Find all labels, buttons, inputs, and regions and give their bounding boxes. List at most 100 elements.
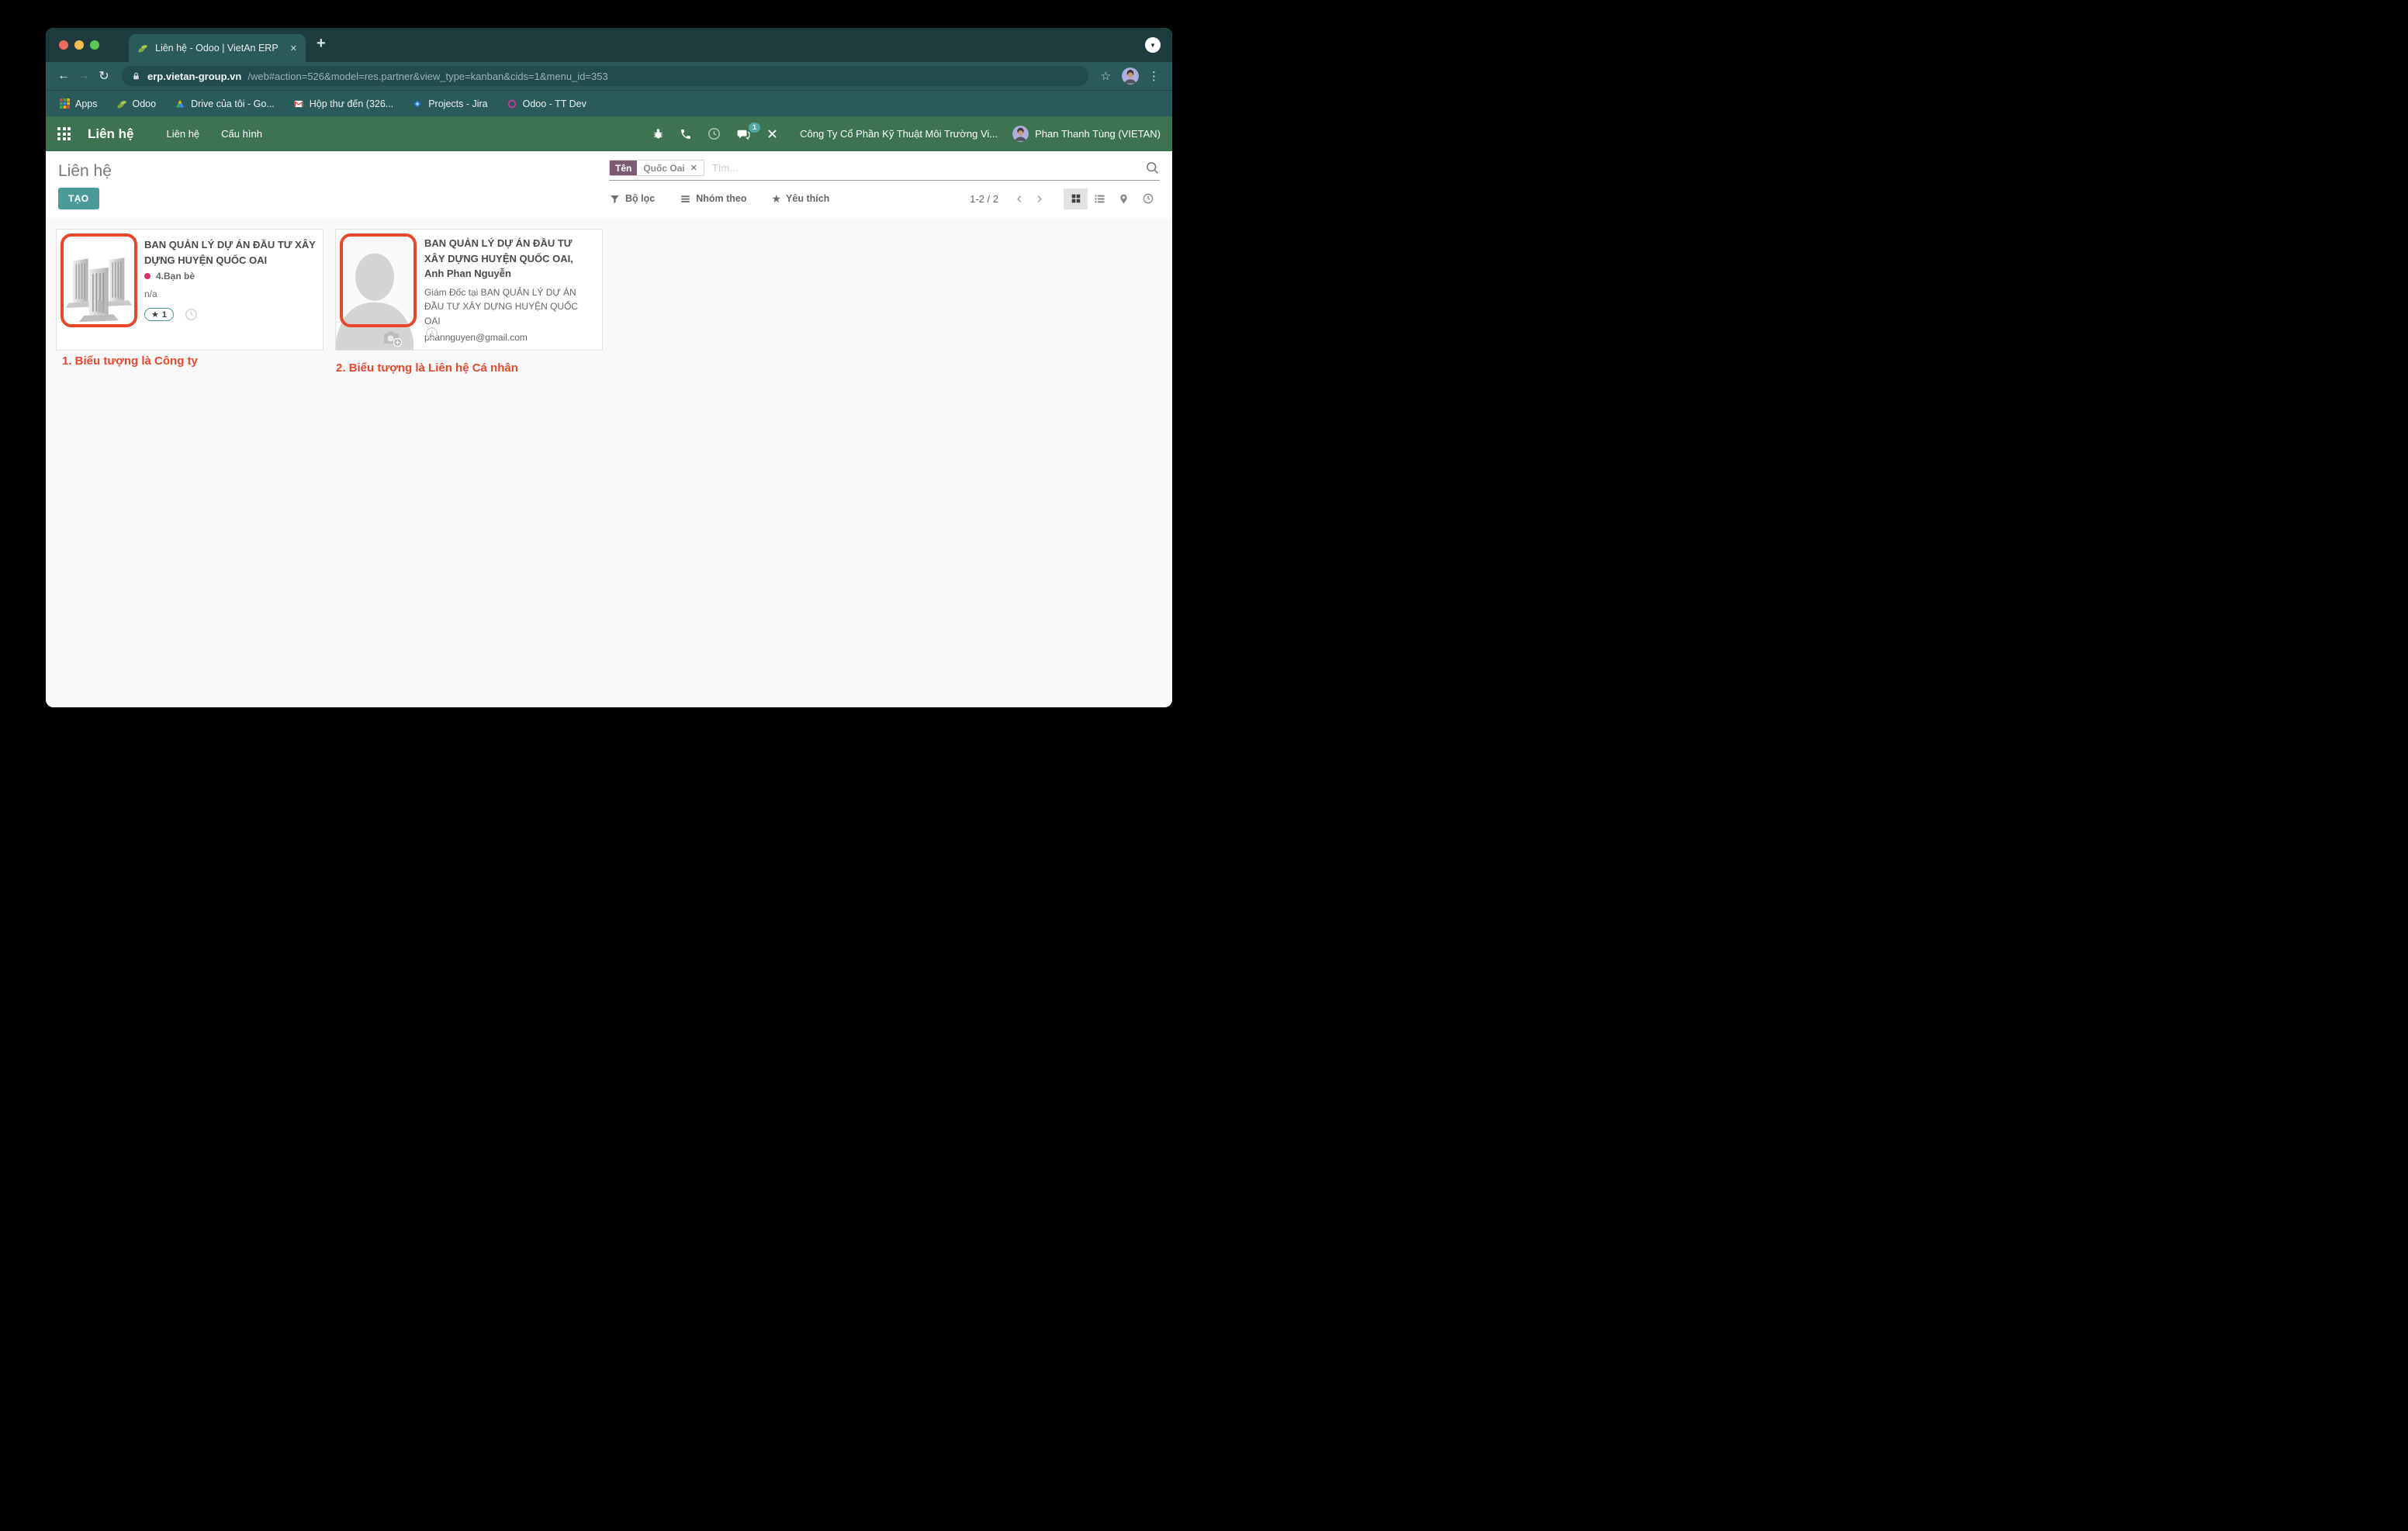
contact-function: Giám Đốc tại BAN QUẢN LÝ DỰ ÁN ĐẦU TƯ XÂ… (424, 286, 579, 327)
lock-icon (133, 72, 139, 79)
map-view-button[interactable] (1112, 188, 1136, 209)
phone-icon[interactable] (680, 128, 692, 140)
url-bar[interactable]: erp.vietan-group.vn /web#action=526&mode… (122, 66, 1088, 86)
browser-profile-avatar[interactable] (1122, 67, 1139, 85)
pager: 1-2 / 2 ‹ › (970, 188, 1160, 209)
pager-next-icon[interactable]: › (1031, 191, 1048, 206)
odoo-favicon-leaf-icon (138, 45, 147, 53)
group-by-label: Nhóm theo (696, 193, 747, 204)
contact-email[interactable]: phannguyen@gmail.com (424, 332, 595, 343)
search-input[interactable] (711, 162, 1145, 174)
star-icon: ★ (151, 310, 159, 320)
search-zone: Tên Quốc Oai ✕ (609, 160, 1160, 181)
bookmark-star-icon[interactable]: ☆ (1101, 69, 1111, 83)
bookmark-jira[interactable]: Projects - Jira (412, 98, 488, 109)
list-icon (1095, 195, 1105, 202)
contact-name[interactable]: BAN QUẢN LÝ DỰ ÁN ĐẦU TƯ XÂY DỰNG HUYỆN … (424, 236, 595, 282)
create-button[interactable]: TẠO (58, 188, 99, 209)
messages-icon[interactable]: 1 (736, 123, 761, 141)
current-app-name[interactable]: Liên hệ (88, 126, 134, 142)
contact-detail: n/a (144, 289, 157, 299)
contact-card-company[interactable]: BAN QUẢN LÝ DỰ ÁN ĐẦU TƯ XÂY DỰNG HUYỆN … (56, 229, 323, 351)
jira-icon (413, 100, 421, 107)
annotation-company: 1. Biểu tượng là Công ty (62, 354, 198, 368)
apps-grid-icon (60, 98, 70, 109)
activities-clock-icon[interactable] (707, 126, 721, 141)
map-pin-icon (1120, 194, 1127, 203)
kanban-view: BAN QUẢN LÝ DỰ ÁN ĐẦU TƯ XÂY DỰNG HUYỆN … (46, 218, 1172, 707)
bookmark-odoo-tt-dev[interactable]: Odoo - TT Dev (507, 98, 586, 109)
kanban-view-button[interactable] (1064, 188, 1088, 209)
forward-button[interactable]: → (74, 69, 94, 83)
favorites-button[interactable]: ★ Yêu thích (771, 192, 829, 206)
filters-button[interactable]: Bộ lọc (609, 193, 655, 205)
url-path: /web#action=526&model=res.partner&view_t… (247, 70, 608, 82)
schedule-activity-icon[interactable] (424, 326, 439, 340)
favorites-label: Yêu thích (786, 193, 830, 204)
tab-search-menu-button[interactable]: ▼ (1145, 37, 1161, 53)
bookmark-label: Odoo (132, 98, 157, 109)
pager-range: 1-2 / 2 (970, 192, 998, 205)
activity-view-button[interactable] (1136, 188, 1160, 209)
contact-name[interactable]: BAN QUẢN LÝ DỰ ÁN ĐẦU TƯ XÂY DỰNG HUYỆN … (144, 237, 316, 268)
bookmark-gmail[interactable]: Hộp thư đến (326... (293, 98, 393, 109)
bookmark-apps[interactable]: Apps (60, 98, 98, 109)
back-button[interactable]: ← (54, 69, 74, 83)
tab-strip: Liên hệ - Odoo | VietAn ERP ✕ + ▼ (46, 28, 1172, 62)
menu-cau-hinh[interactable]: Cấu hình (221, 128, 262, 140)
page-title: Liên hệ (58, 162, 112, 180)
browser-toolbar: ← → ↻ erp.vietan-group.vn /web#action=52… (46, 62, 1172, 90)
browser-window: Liên hệ - Odoo | VietAn ERP ✕ + ▼ ← → ↻ … (46, 28, 1172, 707)
pager-previous-icon[interactable]: ‹ (1011, 191, 1028, 206)
company-switcher[interactable]: Công Ty Cổ Phần Kỹ Thuật Môi Trường Vi..… (800, 128, 998, 140)
kanban-icon (1071, 194, 1080, 203)
user-avatar (1012, 126, 1029, 142)
facet-value-text: Quốc Oai (643, 162, 685, 174)
odoo-main-navbar: Liên hệ Liên hệ Cấu hình 1 Công Ty Cổ Ph… (46, 116, 1172, 151)
category-label: 4.Bạn bè (156, 271, 195, 282)
tab-close-icon[interactable]: ✕ (290, 43, 297, 54)
card-text: BAN QUẢN LÝ DỰ ÁN ĐẦU TƯ XÂY DỰNG HUYỆN … (144, 237, 316, 322)
menu-lien-he[interactable]: Liên hệ (167, 128, 200, 140)
facet-remove-icon[interactable]: ✕ (690, 163, 697, 173)
bookmark-label: Projects - Jira (428, 98, 488, 109)
traffic-lights (59, 40, 99, 50)
camera-add-icon[interactable] (382, 328, 403, 347)
card-text: BAN QUẢN LÝ DỰ ÁN ĐẦU TƯ XÂY DỰNG HUYỆN … (424, 236, 595, 343)
contact-card-person[interactable]: BAN QUẢN LÝ DỰ ÁN ĐẦU TƯ XÂY DỰNG HUYỆN … (335, 229, 603, 351)
favorites-star-icon: ★ (771, 192, 782, 205)
apps-menu-icon[interactable] (57, 127, 71, 140)
search-facet: Tên Quốc Oai ✕ (609, 160, 704, 176)
leaf-icon (116, 100, 126, 109)
bookmarks-bar: Apps Odoo Drive của tôi - Go... Hộp thư … (46, 90, 1172, 116)
group-by-button[interactable]: Nhóm theo (680, 193, 746, 205)
contact-category: 4.Bạn bè (144, 271, 316, 282)
browser-tab[interactable]: Liên hệ - Odoo | VietAn ERP ✕ (129, 34, 306, 62)
bookmark-label: Apps (75, 98, 98, 109)
facet-label: Tên (610, 161, 638, 175)
star-count-badge[interactable]: ★ 1 (144, 308, 174, 321)
schedule-activity-icon[interactable] (184, 307, 199, 322)
minimize-window-button[interactable] (74, 40, 84, 50)
view-switcher (1064, 188, 1160, 209)
reload-button[interactable]: ↻ (94, 68, 114, 84)
filters-label: Bộ lọc (625, 193, 656, 204)
user-menu[interactable]: Phan Thanh Tùng (VIETAN) (1012, 126, 1161, 142)
gmail-icon (294, 100, 303, 107)
browser-menu-icon[interactable]: ⋮ (1148, 69, 1160, 83)
search-icon[interactable] (1145, 161, 1160, 175)
new-tab-button[interactable]: + (317, 35, 326, 53)
close-window-button[interactable] (59, 40, 68, 50)
bookmark-odoo[interactable]: Odoo (116, 98, 157, 109)
facet-value: Quốc Oai ✕ (637, 161, 704, 175)
debug-bug-icon[interactable] (652, 127, 665, 140)
tools-icon[interactable] (766, 127, 779, 140)
drive-icon (175, 99, 185, 107)
activity-clock-icon (1143, 193, 1153, 204)
url-domain: erp.vietan-group.vn (147, 70, 242, 82)
annotation-box-person (340, 233, 417, 327)
star-count: 1 (161, 309, 167, 320)
list-view-button[interactable] (1088, 188, 1112, 209)
bookmark-drive[interactable]: Drive của tôi - Go... (175, 98, 275, 109)
zoom-window-button[interactable] (90, 40, 99, 50)
